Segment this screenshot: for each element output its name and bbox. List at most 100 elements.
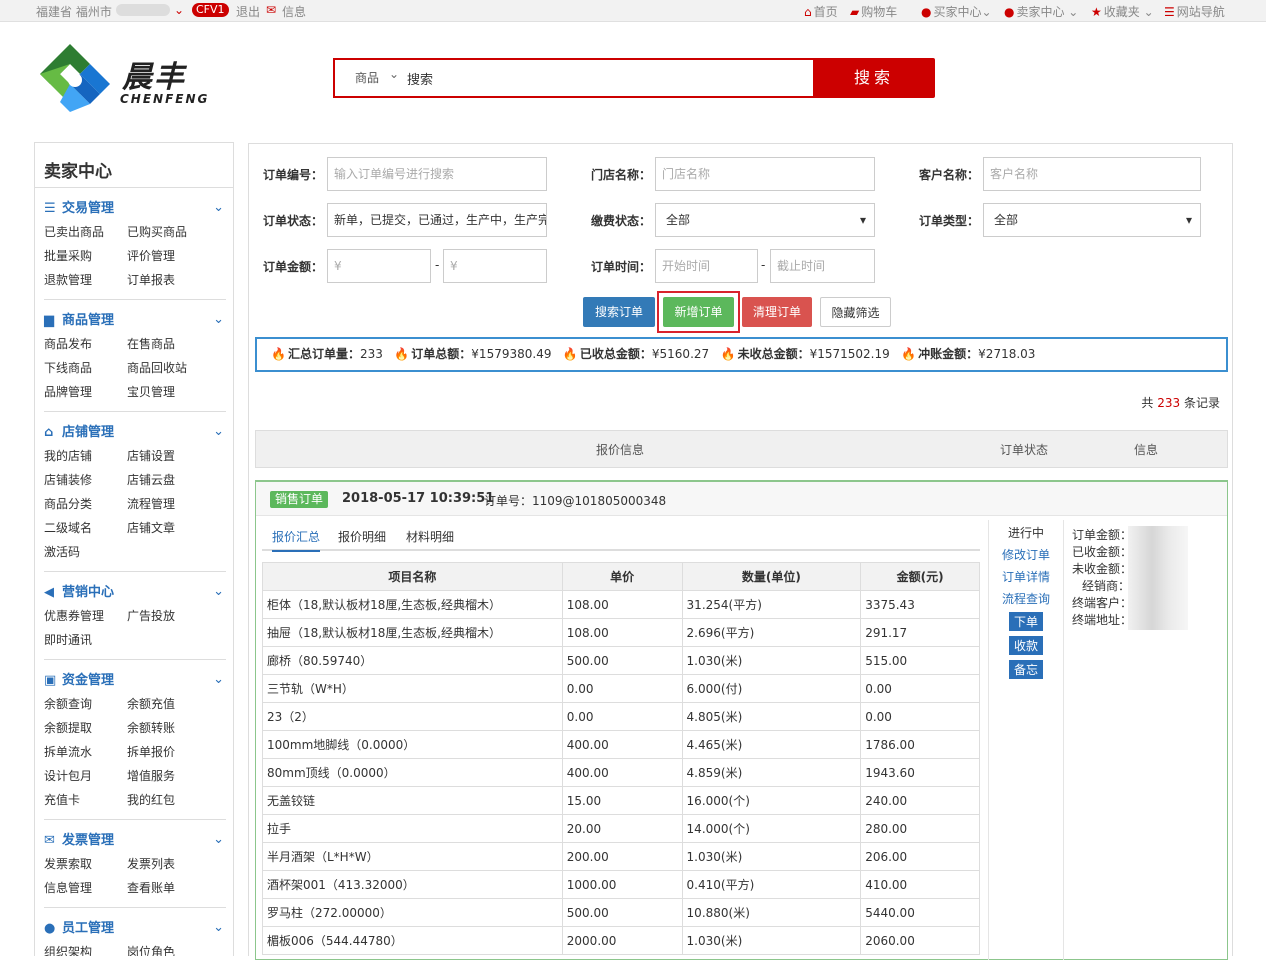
chevron-down-icon[interactable]: ⌄ [213, 582, 224, 602]
hide-filter-button[interactable]: 隐藏筛选 [820, 297, 891, 327]
logout-link[interactable]: 退出 [236, 3, 260, 20]
cell-item: 无盖铰链 [262, 786, 563, 815]
sidebar-section-header[interactable]: ☰ 交易管理 ⌄ [44, 199, 226, 219]
sidebar-item-bulk[interactable]: 批量采购 [44, 247, 92, 264]
tab-material-detail[interactable]: 材料明细 [406, 528, 454, 545]
chevron-down-icon[interactable]: ⌄ [213, 198, 224, 218]
sidebar-item-coupons[interactable]: 优惠券管理 [44, 607, 104, 624]
sidebar-item-offline[interactable]: 下线商品 [44, 359, 92, 376]
sidebar-item-recharge[interactable]: 余额充值 [127, 695, 175, 712]
add-order-button[interactable]: 新增订单 [663, 297, 734, 327]
sidebar-item-org[interactable]: 组织架构 [44, 943, 92, 956]
sidebar-item-split-quote[interactable]: 拆单报价 [127, 743, 175, 760]
order-status-multiselect[interactable]: 新单，已提交，已通过，生产中，生产完 [327, 203, 547, 237]
sidebar-item-invoice-request[interactable]: 发票索取 [44, 855, 92, 872]
start-time-input[interactable]: 开始时间 [655, 249, 758, 283]
sidebar-section-header[interactable]: ▣ 资金管理 ⌄ [44, 671, 226, 691]
site-nav-link[interactable]: ☰ 网站导航 [1164, 3, 1225, 20]
order-detail-link[interactable]: 订单详情 [989, 568, 1063, 585]
cell-price: 108.00 [561, 618, 683, 647]
end-time-input[interactable]: 截止时间 [770, 249, 875, 283]
clear-orders-button[interactable]: 清理订单 [742, 297, 812, 327]
sidebar-item-recycle[interactable]: 商品回收站 [127, 359, 187, 376]
order-no-input[interactable]: 输入订单编号进行搜索 [327, 157, 547, 191]
collect-payment-button[interactable]: 收款 [1008, 636, 1043, 655]
sidebar-item-bills[interactable]: 查看账单 [127, 879, 175, 896]
sidebar-item-brand[interactable]: 品牌管理 [44, 383, 92, 400]
search-category-select[interactable]: 商品 [335, 56, 407, 96]
sidebar-item-process[interactable]: 流程管理 [127, 495, 175, 512]
chevron-down-icon[interactable]: ⌄ [213, 670, 224, 690]
sidebar-item-info-manage[interactable]: 信息管理 [44, 879, 92, 896]
memo-button[interactable]: 备忘 [1008, 660, 1043, 679]
sidebar-section-header[interactable]: ▆ 商品管理 ⌄ [44, 311, 226, 331]
sidebar-item-roles[interactable]: 岗位角色 [127, 943, 175, 956]
sidebar-section-header[interactable]: ✉ 发票管理 ⌄ [44, 831, 226, 851]
sidebar-item-decoration[interactable]: 店铺装修 [44, 471, 92, 488]
tab-quote-summary[interactable]: 报价汇总 [272, 528, 321, 552]
sidebar-item-treasure[interactable]: 宝贝管理 [127, 383, 175, 400]
chevron-down-icon[interactable]: ⌄ [213, 422, 224, 442]
cart-link[interactable]: ▰ 购物车 [850, 3, 897, 20]
sidebar-item-sold[interactable]: 已卖出商品 [44, 223, 104, 240]
customer-name-input[interactable]: 客户名称 [983, 157, 1201, 191]
sidebar-item-order-report[interactable]: 订单报表 [127, 271, 175, 288]
search-input[interactable] [407, 64, 807, 92]
chevron-down-icon[interactable]: ⌄ [213, 310, 224, 330]
sidebar-item-refund[interactable]: 退款管理 [44, 271, 92, 288]
sidebar-item-value-added[interactable]: 增值服务 [127, 767, 175, 784]
process-query-link[interactable]: 流程查询 [989, 590, 1063, 607]
search-orders-button[interactable]: 搜索订单 [583, 297, 655, 327]
logo[interactable]: 晨丰 CHENFENG [34, 42, 234, 114]
sidebar-item-domain[interactable]: 二级域名 [44, 519, 92, 536]
sidebar-section-store: ⌂ 店铺管理 ⌄ 我的店铺 店铺设置 店铺装修 店铺云盘 商品分类 流程管理 二级域… [44, 423, 226, 572]
store-name-input[interactable]: 门店名称 [655, 157, 875, 191]
place-order-button[interactable]: 下单 [1008, 612, 1043, 631]
sidebar-item-transfer[interactable]: 余额转账 [127, 719, 175, 736]
sidebar-item-bought[interactable]: 已购买商品 [127, 223, 187, 240]
amount-min-input[interactable]: ¥ [327, 249, 431, 283]
favorites-link[interactable]: ★ 收藏夹 ⌄ [1091, 3, 1154, 20]
chevron-down-icon[interactable]: ⌄ [213, 830, 224, 850]
chevron-down-icon[interactable]: ⌄ [174, 3, 184, 17]
sidebar-item-reviews[interactable]: 评价管理 [127, 247, 175, 264]
sidebar-item-invoice-list[interactable]: 发票列表 [127, 855, 175, 872]
payment-status-select[interactable]: 全部 [655, 203, 875, 237]
sidebar-item-activation[interactable]: 激活码 [44, 543, 80, 560]
sidebar-item-ads[interactable]: 广告投放 [127, 607, 175, 624]
sidebar-item-card[interactable]: 充值卡 [44, 791, 80, 808]
envelope-icon: ✉ [44, 833, 55, 848]
sidebar-item-articles[interactable]: 店铺文章 [127, 519, 175, 536]
header-status: 订单状态 [1000, 443, 1049, 457]
sidebar-item-balance[interactable]: 余额查询 [44, 695, 92, 712]
buyer-center-link[interactable]: ● 买家中心⌄ [921, 3, 992, 20]
sidebar-item-cloud[interactable]: 店铺云盘 [127, 471, 175, 488]
cell-qty: 4.465(米) [681, 730, 862, 759]
order-type-select[interactable]: 全部 [983, 203, 1201, 237]
sidebar-item-store-settings[interactable]: 店铺设置 [127, 447, 175, 464]
sidebar-section-header[interactable]: ◀ 营销中心 ⌄ [44, 583, 226, 603]
sidebar-item-im[interactable]: 即时通讯 [44, 631, 92, 648]
location-text[interactable]: 福建省 福州市 [36, 3, 112, 20]
sidebar-section-header[interactable]: ⌂ 店铺管理 ⌄ [44, 423, 226, 443]
amount-max-input[interactable]: ¥ [443, 249, 547, 283]
sidebar-item-withdraw[interactable]: 余额提取 [44, 719, 92, 736]
sidebar-section-header[interactable]: ● 员工管理 ⌄ [44, 919, 226, 939]
message-link[interactable]: 信息 [282, 3, 306, 20]
seller-center-link[interactable]: ● 卖家中心 ⌄ [1004, 3, 1078, 20]
modify-order-link[interactable]: 修改订单 [989, 546, 1063, 563]
divider [44, 571, 226, 572]
chevron-down-icon[interactable]: ⌄ [213, 918, 224, 938]
cell-amount: 0.00 [860, 674, 980, 703]
sidebar-item-publish[interactable]: 商品发布 [44, 335, 92, 352]
home-link[interactable]: ⌂ 首页 [804, 3, 838, 20]
tab-quote-detail[interactable]: 报价明细 [338, 528, 386, 545]
sidebar-item-my-store[interactable]: 我的店铺 [44, 447, 92, 464]
sidebar-item-category[interactable]: 商品分类 [44, 495, 92, 512]
summary-total-orders: 🔥 汇总订单量：233 [271, 347, 383, 361]
sidebar-item-split-flow[interactable]: 拆单流水 [44, 743, 92, 760]
sidebar-item-red-packet[interactable]: 我的红包 [127, 791, 175, 808]
search-button[interactable]: 搜索 [813, 58, 935, 98]
sidebar-item-on-sale[interactable]: 在售商品 [127, 335, 175, 352]
sidebar-item-design-monthly[interactable]: 设计包月 [44, 767, 92, 784]
